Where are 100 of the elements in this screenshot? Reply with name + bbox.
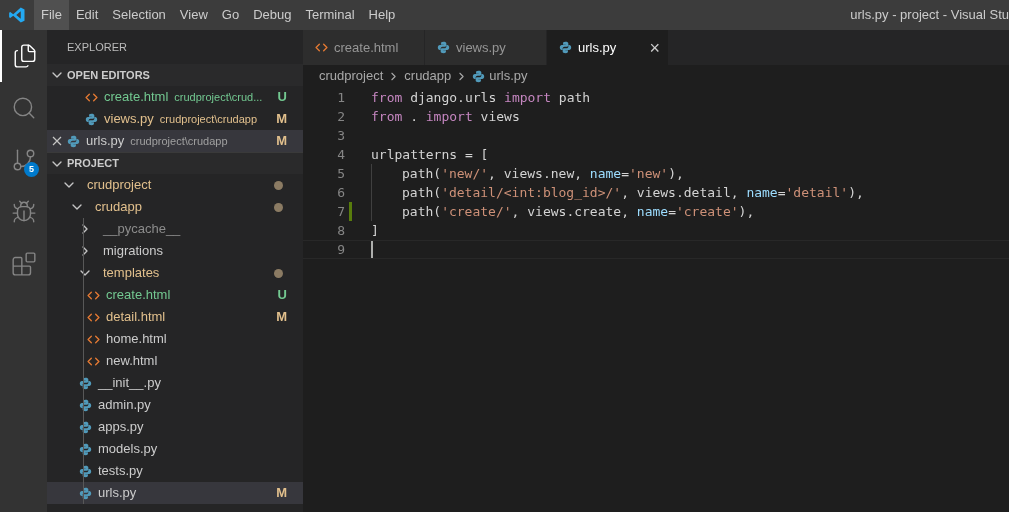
code-line: from django.urls import path (371, 88, 591, 107)
file-name: views.py (104, 110, 154, 129)
breadcrumb-item[interactable]: crudapp (404, 66, 452, 86)
close-button[interactable]: × (649, 38, 660, 57)
editor-tab[interactable]: views.py (425, 30, 547, 65)
tree-item[interactable]: urls.py M (47, 482, 303, 504)
panel-title: EXPLORER (67, 39, 127, 55)
line-number: 5 (336, 164, 345, 183)
line-number: 7 (336, 202, 345, 221)
tree-item[interactable]: crudapp (47, 196, 303, 218)
code-line: path('detail/<int:blog_id>/', views.detail, name='detail'), (402, 183, 864, 202)
tree-item[interactable]: models.py (47, 438, 303, 460)
menu-item[interactable]: Go (214, 0, 247, 30)
window-title: urls.py - project - Visual Stu (850, 6, 1009, 25)
git-status: U (277, 286, 287, 305)
file-name: create.html (104, 88, 169, 107)
menu-item[interactable]: File (34, 0, 69, 30)
code-line: path('new/', views.new, name='new'), (402, 164, 684, 183)
python-icon (85, 112, 98, 126)
vscode-logo (8, 6, 26, 24)
section-title: OPEN EDITORS (67, 67, 150, 83)
file-name: admin.py (98, 396, 151, 415)
close-icon[interactable] (52, 136, 62, 146)
section-header[interactable]: OPEN EDITORS (47, 64, 303, 86)
code-icon (315, 41, 328, 54)
python-icon (437, 41, 450, 54)
python-icon (472, 69, 486, 83)
tab-label: urls.py (578, 38, 617, 57)
line-number: 3 (336, 126, 345, 145)
tree-item[interactable]: migrations (47, 240, 303, 262)
editor-tab[interactable]: create.html (303, 30, 425, 65)
file-name: migrations (103, 242, 163, 261)
open-editor-item[interactable]: urls.py crudproject\crudapp M (47, 130, 303, 152)
line-number: 4 (336, 145, 345, 164)
breadcrumb-item[interactable]: crudproject (319, 66, 384, 86)
git-status: M (276, 110, 287, 129)
file-name: crudproject (87, 176, 152, 195)
python-icon (79, 376, 92, 390)
file-name: __pycache__ (103, 220, 181, 239)
file-name: apps.py (98, 418, 144, 437)
git-status: M (276, 308, 287, 327)
tree-item[interactable]: apps.py (47, 416, 303, 438)
file-path: crudproject\crud... (174, 89, 263, 105)
section-header[interactable]: PROJECT (47, 152, 303, 174)
file-name: __init__.py (98, 374, 161, 393)
git-status: U (277, 88, 287, 107)
file-name: urls.py (86, 132, 125, 151)
menu-item[interactable]: Edit (68, 0, 106, 30)
tree-item[interactable]: tests.py (47, 460, 303, 482)
tree-item[interactable]: __pycache__ (47, 218, 303, 240)
file-path: crudproject\crudapp (159, 111, 258, 127)
bug-icon (10, 199, 37, 225)
python-icon (559, 41, 572, 54)
extensions-icon (10, 251, 37, 277)
python-icon (79, 464, 92, 478)
tree-item[interactable]: templates (47, 262, 303, 284)
python-icon (79, 486, 92, 500)
file-path: crudproject\crudapp (130, 133, 228, 149)
menu-item[interactable]: Help (361, 0, 403, 30)
tree-item[interactable]: new.html (47, 350, 303, 372)
line-number: 1 (336, 88, 345, 107)
open-editor-item[interactable]: create.html crudproject\crud... U (47, 86, 303, 108)
file-name: templates (103, 264, 160, 283)
tree-item[interactable]: home.html (47, 328, 303, 350)
menu-item[interactable]: Terminal (298, 0, 362, 30)
code-line: path('create/', views.create, name='create'), (402, 202, 755, 221)
file-name: urls.py (98, 484, 137, 503)
python-icon (79, 398, 92, 412)
breadcrumb-item[interactable]: urls.py (489, 66, 528, 86)
menu-item[interactable]: Debug (246, 0, 299, 30)
activity-button[interactable]: 5 (0, 134, 47, 186)
file-name: home.html (106, 330, 167, 349)
tab-label: create.html (334, 38, 399, 57)
tree-item[interactable]: detail.html M (47, 306, 303, 328)
tree-item[interactable]: admin.py (47, 394, 303, 416)
file-name: new.html (106, 352, 158, 371)
file-name: tests.py (98, 462, 143, 481)
editor-tab[interactable]: urls.py × (547, 30, 669, 65)
git-status: M (276, 484, 287, 503)
open-editor-item[interactable]: views.py crudproject\crudapp M (47, 108, 303, 130)
menu-item[interactable]: Selection (105, 0, 173, 30)
file-name: crudapp (95, 198, 142, 217)
line-number: 9 (336, 240, 345, 259)
git-status: M (276, 132, 287, 151)
menu-item[interactable]: View (172, 0, 215, 30)
line-number: 2 (336, 107, 345, 126)
tree-item[interactable]: create.html U (47, 284, 303, 306)
count-badge: 5 (24, 162, 39, 177)
tree-item[interactable]: crudproject (47, 174, 303, 196)
code-line: ] (371, 221, 379, 240)
tab-label: views.py (456, 38, 506, 57)
python-icon (79, 420, 92, 434)
python-icon (67, 134, 80, 148)
line-number: 8 (336, 221, 345, 240)
file-name: detail.html (106, 308, 166, 327)
section-title: PROJECT (67, 156, 119, 172)
tree-item[interactable]: __init__.py (47, 372, 303, 394)
code-line: from . import views (371, 107, 520, 126)
file-name: create.html (106, 286, 171, 305)
line-number: 6 (336, 183, 345, 202)
